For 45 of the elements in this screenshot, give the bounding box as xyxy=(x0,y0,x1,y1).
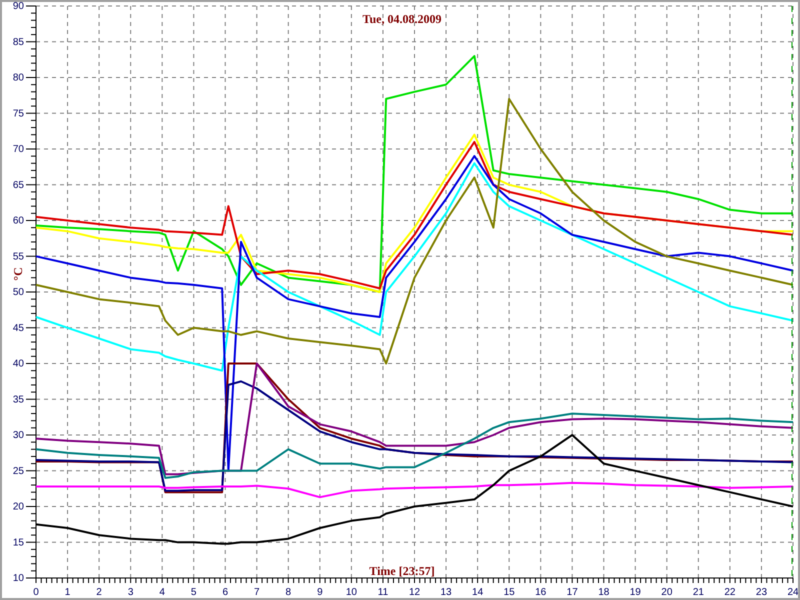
x-axis-label: Time [23:57] xyxy=(369,564,435,578)
x-tick-label: 22 xyxy=(724,587,736,598)
x-tick-label: 19 xyxy=(630,587,641,598)
x-tick-label: 2 xyxy=(96,587,102,598)
x-tick-label: 16 xyxy=(535,587,546,598)
y-tick-label: 75 xyxy=(12,108,24,120)
x-tick-label: 9 xyxy=(317,587,323,598)
y-tick-label: 60 xyxy=(12,216,24,226)
y-tick-label: 70 xyxy=(12,144,24,155)
y-tick-label: 15 xyxy=(12,537,24,548)
x-tick-label: 23 xyxy=(756,587,768,598)
y-tick-label: 30 xyxy=(12,430,24,441)
x-tick-label: 12 xyxy=(408,587,420,598)
x-tick-label: 18 xyxy=(598,587,610,598)
x-tick-label: 8 xyxy=(286,587,292,598)
y-tick-label: 45 xyxy=(12,322,24,334)
x-tick-label: 5 xyxy=(190,587,196,598)
y-tick-label: 50 xyxy=(12,287,24,298)
x-tick-label: 13 xyxy=(440,587,452,598)
x-tick-label: 20 xyxy=(661,587,672,598)
y-tick-label: 80 xyxy=(12,72,24,84)
y-tick-label: 85 xyxy=(12,36,24,48)
y-tick-label: 25 xyxy=(12,466,24,477)
x-tick-label: 21 xyxy=(692,587,704,598)
y-tick-label: 55 xyxy=(12,251,24,262)
x-tick-label: 15 xyxy=(504,587,515,598)
x-tick-label: 24 xyxy=(787,587,798,598)
chart-title: Tue, 04.08.2009 xyxy=(362,12,442,26)
x-tick-label: 17 xyxy=(566,587,578,598)
y-tick-label: 10 xyxy=(12,573,24,584)
y-tick-label: 40 xyxy=(12,358,24,370)
x-tick-label: 0 xyxy=(33,587,39,598)
y-tick-label: 20 xyxy=(12,502,24,512)
x-tick-label: 14 xyxy=(472,587,484,598)
x-tick-label: 7 xyxy=(254,587,260,598)
y-tick-label: 90 xyxy=(12,2,24,12)
y-tick-label: 65 xyxy=(12,180,24,191)
x-tick-label: 1 xyxy=(64,587,70,598)
x-tick-label: 3 xyxy=(128,587,134,598)
x-tick-label: 6 xyxy=(222,587,228,598)
y-axis-label: °C xyxy=(11,267,25,281)
x-tick-label: 10 xyxy=(346,587,357,598)
y-tick-label: 35 xyxy=(12,394,24,406)
x-tick-label: 4 xyxy=(159,587,165,598)
x-tick-label: 11 xyxy=(378,587,388,598)
